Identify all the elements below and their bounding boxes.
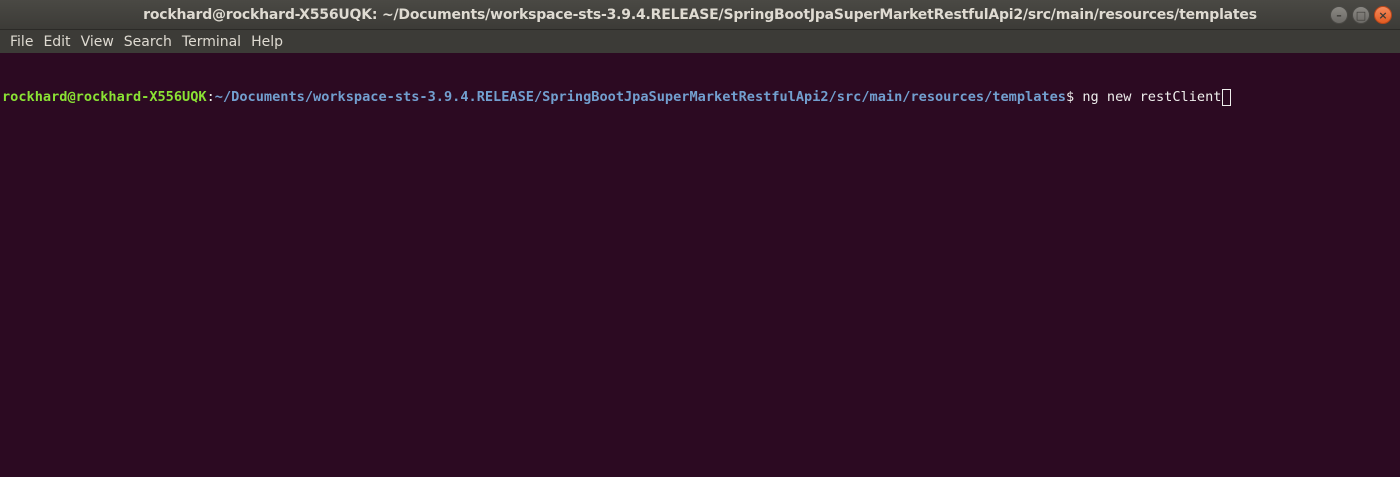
title-bar[interactable]: rockhard@rockhard-X556UQK: ~/Documents/w…	[0, 0, 1400, 30]
prompt-dollar: $	[1065, 89, 1083, 105]
menu-help[interactable]: Help	[246, 34, 288, 50]
window-title: rockhard@rockhard-X556UQK: ~/Documents/w…	[143, 6, 1257, 23]
prompt-path: ~/Documents/workspace-sts-3.9.4.RELEASE/…	[214, 89, 1066, 105]
maximize-button[interactable]: □	[1352, 6, 1370, 24]
menu-search[interactable]: Search	[119, 34, 177, 50]
close-button[interactable]: ×	[1374, 6, 1392, 24]
prompt-line: rockhard@rockhard-X556UQK: ~/Documents/wo…	[2, 87, 1400, 107]
scrollbar[interactable]	[1392, 53, 1400, 477]
window-controls: – □ ×	[1330, 6, 1392, 24]
text-cursor	[1222, 88, 1232, 106]
prompt-user-host: rockhard@rockhard-X556UQK	[2, 89, 207, 105]
command-text: ng new restClient	[1082, 89, 1222, 105]
prompt-colon: :	[206, 89, 215, 105]
menu-bar: File Edit View Search Terminal Help	[0, 30, 1400, 53]
menu-view[interactable]: View	[76, 34, 119, 50]
terminal-window: rockhard@rockhard-X556UQK: ~/Documents/w…	[0, 0, 1400, 477]
menu-file[interactable]: File	[5, 34, 38, 50]
menu-edit[interactable]: Edit	[38, 34, 75, 50]
terminal-area[interactable]: rockhard@rockhard-X556UQK: ~/Documents/wo…	[0, 53, 1400, 477]
minimize-button[interactable]: –	[1330, 6, 1348, 24]
menu-terminal[interactable]: Terminal	[177, 34, 246, 50]
